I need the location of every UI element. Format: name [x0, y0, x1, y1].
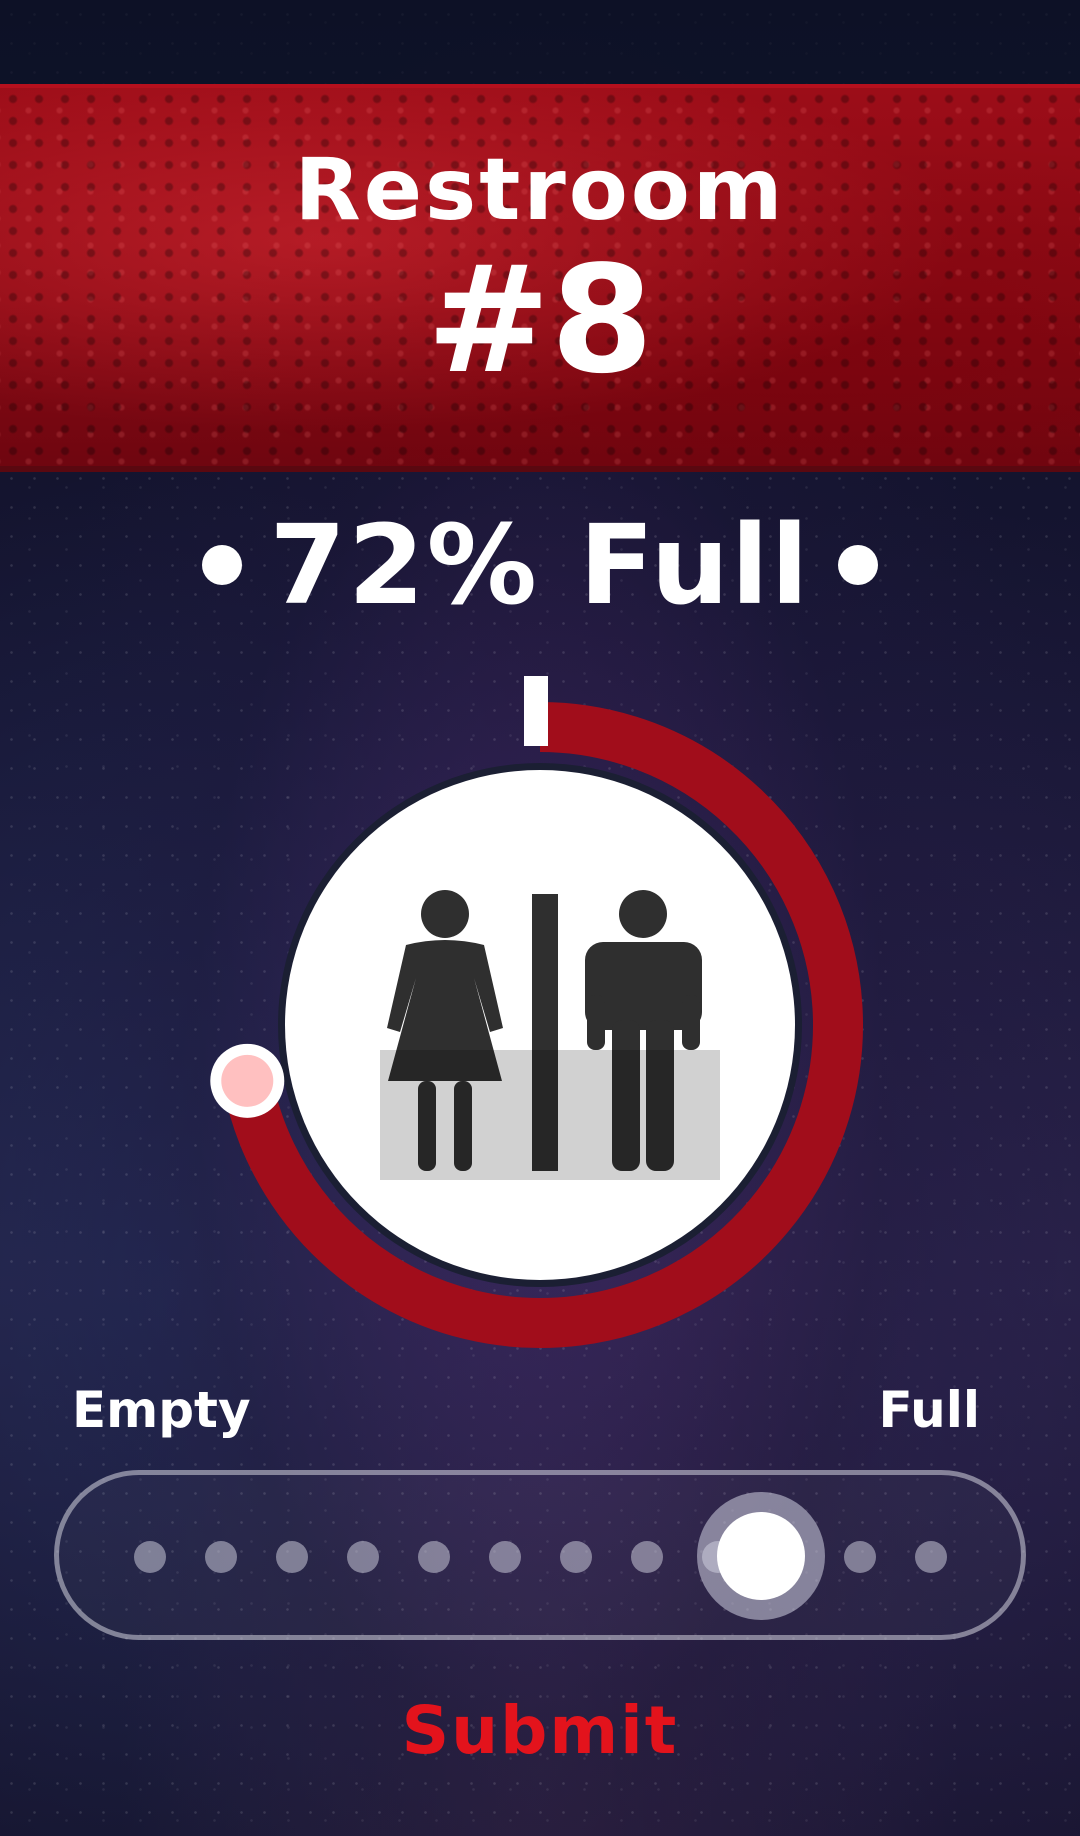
submit-button[interactable]: Submit — [340, 1685, 740, 1775]
slider-step-dot[interactable] — [205, 1541, 237, 1573]
slider-max-label: Full — [878, 1381, 980, 1439]
gauge-start-tick — [524, 676, 548, 746]
slider-step-dot[interactable] — [844, 1541, 876, 1573]
icon-gloss — [380, 1050, 720, 1180]
slider-step-dot[interactable] — [134, 1541, 166, 1573]
slider-step-dot[interactable] — [418, 1541, 450, 1573]
slider-step-dot[interactable] — [631, 1541, 663, 1573]
fill-level-slider-track[interactable] — [54, 1470, 1026, 1640]
slider-step-dot[interactable] — [489, 1541, 521, 1573]
slider-step-dot[interactable] — [347, 1541, 379, 1573]
slider-thumb[interactable] — [717, 1512, 805, 1600]
gauge-knob[interactable] — [221, 1054, 274, 1107]
slider-step-dot[interactable] — [276, 1541, 308, 1573]
slider-step-dot[interactable] — [915, 1541, 947, 1573]
slider-step-dot[interactable] — [560, 1541, 592, 1573]
slider-min-label: Empty — [72, 1381, 251, 1439]
